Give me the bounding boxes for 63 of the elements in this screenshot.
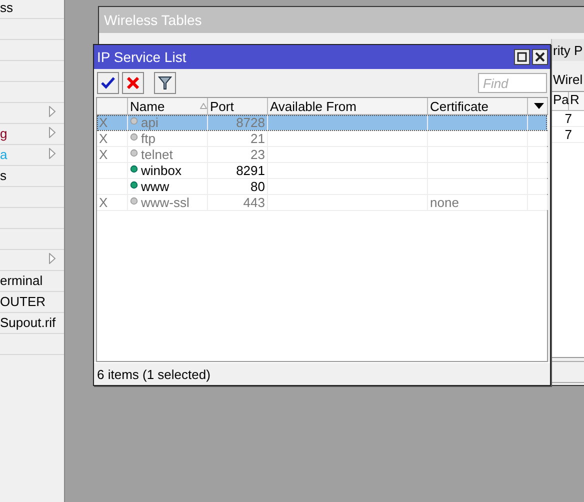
status-dot-icon: [130, 165, 138, 173]
menu-label: s: [0, 168, 6, 183]
table-cell: 8728: [236, 115, 265, 130]
window-title: Wireless Tables: [99, 7, 584, 33]
table-cell: 21: [250, 131, 265, 146]
table-cell: winbox: [141, 163, 182, 178]
cross-icon: [127, 77, 139, 89]
tab[interactable]: rity P: [551, 39, 584, 61]
column-header[interactable]: Certificate: [428, 98, 528, 114]
column-header[interactable]: Port: [208, 98, 268, 114]
menu-item[interactable]: OUTER: [0, 291, 64, 313]
table-cell: 443: [243, 195, 265, 210]
close-icon: [535, 52, 545, 62]
menu-label: Supout.rif: [0, 315, 56, 330]
menu-item[interactable]: Supout.rif: [0, 312, 64, 334]
table-cell-text: 7: [564, 111, 572, 126]
status-dot-icon: [130, 149, 138, 157]
table-cell: none: [430, 195, 459, 210]
table-row[interactable]: www 80: [97, 179, 547, 195]
table-cell: www: [141, 179, 170, 194]
table-row[interactable]: winbox 8291: [97, 163, 547, 179]
search-field[interactable]: Find: [478, 73, 547, 93]
check-icon: [101, 77, 115, 89]
disable-button[interactable]: [122, 72, 144, 94]
sort-arrow-icon: [200, 103, 207, 109]
status-dot-icon: [130, 181, 138, 189]
table-cell: 80: [250, 179, 265, 194]
table-cell-text: 7: [564, 127, 572, 142]
close-button[interactable]: [532, 49, 548, 65]
table-cell: X: [99, 131, 108, 146]
filter-icon: [158, 76, 172, 90]
window-title: IP Service List: [97, 49, 188, 65]
status-dot-icon: [130, 197, 138, 205]
table-cell: www-ssl: [141, 195, 190, 210]
filter-button[interactable]: [154, 72, 176, 94]
caret-icon: [534, 103, 544, 109]
menu-item[interactable]: s: [0, 165, 64, 187]
table-cell: X: [99, 115, 108, 130]
maximize-icon: [517, 52, 527, 62]
enable-button[interactable]: [97, 72, 119, 94]
menu-item[interactable]: g: [0, 123, 64, 145]
menu-label: a: [0, 147, 8, 162]
status-text: 6 items (1 selected): [94, 362, 550, 385]
table-cell: telnet: [141, 147, 173, 162]
column-header[interactable]: Name: [128, 98, 208, 114]
table-cell: api: [141, 115, 158, 130]
table-cell: X: [99, 195, 108, 210]
menu-label: ss: [0, 0, 13, 15]
status-dot-icon: [130, 133, 138, 141]
status-dot-icon: [130, 117, 138, 125]
menu-label: OUTER: [0, 294, 46, 309]
menu-item[interactable]: ss: [0, 0, 64, 19]
menu-label: g: [0, 126, 8, 141]
menu-label: erminal: [0, 273, 43, 288]
table-cell: 23: [250, 147, 265, 162]
table-cell: 8291: [236, 163, 265, 178]
table-cell: ftp: [141, 131, 156, 146]
tab[interactable]: Wirel: [551, 69, 584, 89]
maximize-button[interactable]: [514, 49, 530, 65]
table-cell: X: [99, 147, 108, 162]
column-header[interactable]: Available From: [268, 98, 428, 114]
menu-item[interactable]: erminal: [0, 270, 64, 292]
column-header[interactable]: R: [569, 92, 584, 110]
